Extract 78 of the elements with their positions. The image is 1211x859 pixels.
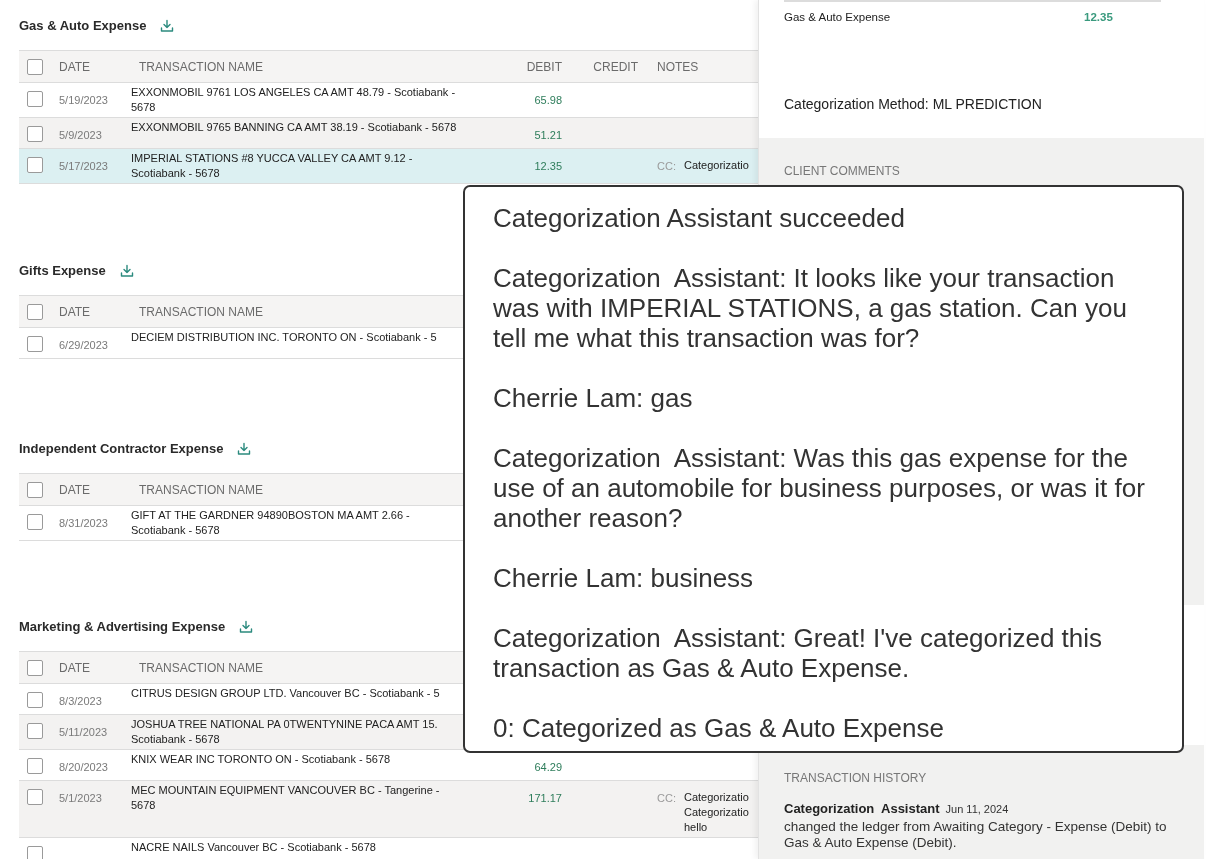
column-header: TRANSACTION NAME (138, 303, 264, 321)
checkbox[interactable] (27, 303, 43, 320)
checkbox[interactable] (27, 789, 43, 805)
ledger-name: Gas & Auto Expense (784, 10, 892, 25)
date-cell: 5/17/2023 (59, 160, 108, 172)
column-header: DATE (59, 481, 92, 499)
download-icon[interactable] (239, 620, 254, 634)
section-title: Independent Contractor Expense (19, 440, 224, 459)
column-header: DATE (59, 303, 92, 321)
transaction-name: JOSHUA TREE NATIONAL PA 0TWENTYNINE PACA AMT 15. Scotiabank - 5678 (131, 717, 439, 747)
transaction-name: CITRUS DESIGN GROUP LTD. Vancouver BC - Scotiabank - 5 (131, 686, 441, 701)
notes-label: CC: (657, 791, 676, 806)
section-title: Gas & Auto Expense (19, 17, 147, 36)
notes-label: CC: (657, 159, 676, 174)
table-row[interactable]: 5/1/2023 MEC MOUNTAIN EQUIPMENT VANCOUVER BC - Tangerine - 5678 171.17 CC: Categorizatio Categorizatio hello (19, 781, 758, 838)
date-cell: 8/3/2023 (59, 695, 102, 707)
checkbox[interactable] (27, 692, 43, 708)
column-header: TRANSACTION NAME (138, 481, 264, 499)
column-header: DATE (59, 58, 92, 76)
section-title: Gifts Expense (19, 262, 106, 281)
debit-amount: 65.98 (534, 94, 562, 106)
download-icon[interactable] (119, 264, 134, 278)
column-header: TRANSACTION NAME (138, 659, 264, 677)
column-header: CREDIT (592, 58, 638, 76)
transaction-name: KNIX WEAR INC TORONTO ON - Scotiabank - 5678 (131, 752, 392, 767)
history-text: changed the ledger from Awaiting Category - Expense (Debit) to Gas & Auto Expense (Debit). (784, 818, 1168, 851)
note-text: Categorizatio (683, 805, 749, 820)
transaction-name: EXXONMOBIL 9761 LOS ANGELES CA AMT 48.79 - Scotiabank - 5678 (131, 85, 457, 115)
chat-message: Categorization Assistant: Great! I've categorized this transaction as Gas & Auto Expense. (493, 623, 1104, 683)
table-row[interactable]: 5/17/2023 IMPERIAL STATIONS #8 YUCCA VALLEY CA AMT 9.12 - Scotiabank - 5678 12.35 CC: Categorizatio (19, 149, 758, 184)
checkbox[interactable] (27, 723, 43, 739)
checkbox[interactable] (27, 758, 43, 774)
checkbox[interactable] (27, 58, 43, 75)
section-heading: TRANSACTION HISTORY (784, 770, 928, 787)
date-cell: 6/29/2023 (59, 339, 108, 351)
column-header: NOTES (657, 58, 699, 76)
checkbox[interactable] (27, 157, 43, 173)
checkbox[interactable] (27, 91, 43, 107)
checkbox[interactable] (27, 336, 43, 352)
section-heading: CLIENT COMMENTS (784, 163, 901, 180)
date-cell: 5/19/2023 (59, 94, 108, 106)
chat-message: Cherrie Lam: business (493, 563, 755, 593)
chat-message: Categorization Assistant succeeded (493, 203, 906, 233)
debit-amount: 51.21 (534, 129, 562, 141)
table-row[interactable]: 5/9/2023 EXXONMOBIL 9765 BANNING CA AMT 38.19 - Scotiabank - 5678 51.21 (19, 118, 758, 149)
checkbox[interactable] (27, 481, 43, 498)
transaction-name: MEC MOUNTAIN EQUIPMENT VANCOUVER BC - Tangerine - 5678 (131, 783, 441, 813)
transaction-name: IMPERIAL STATIONS #8 YUCCA VALLEY CA AMT 9.12 - Scotiabank - 5678 (131, 151, 414, 181)
download-icon[interactable] (160, 19, 175, 33)
date-cell: 8/31/2023 (59, 517, 108, 529)
categorization-method: Categorization Method: ML PREDICTION (784, 95, 1043, 115)
date-cell: 8/20/2023 (59, 761, 108, 773)
date-cell: 5/1/2023 (59, 792, 102, 804)
history-author: Categorization Assistant (784, 800, 940, 818)
history-date: Jun 11, 2024 (945, 802, 1009, 817)
note-text: hello (683, 820, 709, 835)
note-text: Categorizatio (683, 158, 749, 173)
checkbox[interactable] (27, 126, 43, 142)
debit-amount: 171.17 (528, 792, 562, 804)
date-cell: 5/9/2023 (59, 129, 102, 141)
column-header: TRANSACTION NAME (138, 58, 264, 76)
debit-amount: 12.35 (534, 160, 562, 172)
column-header: DEBIT (525, 58, 562, 76)
transaction-name: GIFT AT THE GARDNER 94890BOSTON MA AMT 2.66 - Scotiabank - 5678 (131, 508, 411, 538)
download-icon[interactable] (237, 442, 252, 456)
checkbox[interactable] (27, 514, 43, 530)
note-text: Categorizatio (683, 790, 749, 805)
checkbox[interactable] (27, 846, 43, 859)
chat-message: Cherrie Lam: gas (493, 383, 694, 413)
transaction-name: EXXONMOBIL 9765 BANNING CA AMT 38.19 - Scotiabank - 5678 (131, 120, 458, 135)
section-title: Marketing & Advertising Expense (19, 618, 226, 637)
ledger-amount: 12.35 (1084, 10, 1113, 25)
debit-amount: 64.29 (534, 761, 562, 773)
date-cell: 5/11/2023 (59, 726, 108, 738)
transaction-name: DECIEM DISTRIBUTION INC. TORONTO ON - Scotiabank - 5 (131, 330, 438, 345)
transaction-name: NACRE NAILS Vancouver BC - Scotiabank - 5678 (131, 840, 377, 855)
checkbox[interactable] (27, 659, 43, 676)
column-header: DATE (59, 659, 92, 677)
